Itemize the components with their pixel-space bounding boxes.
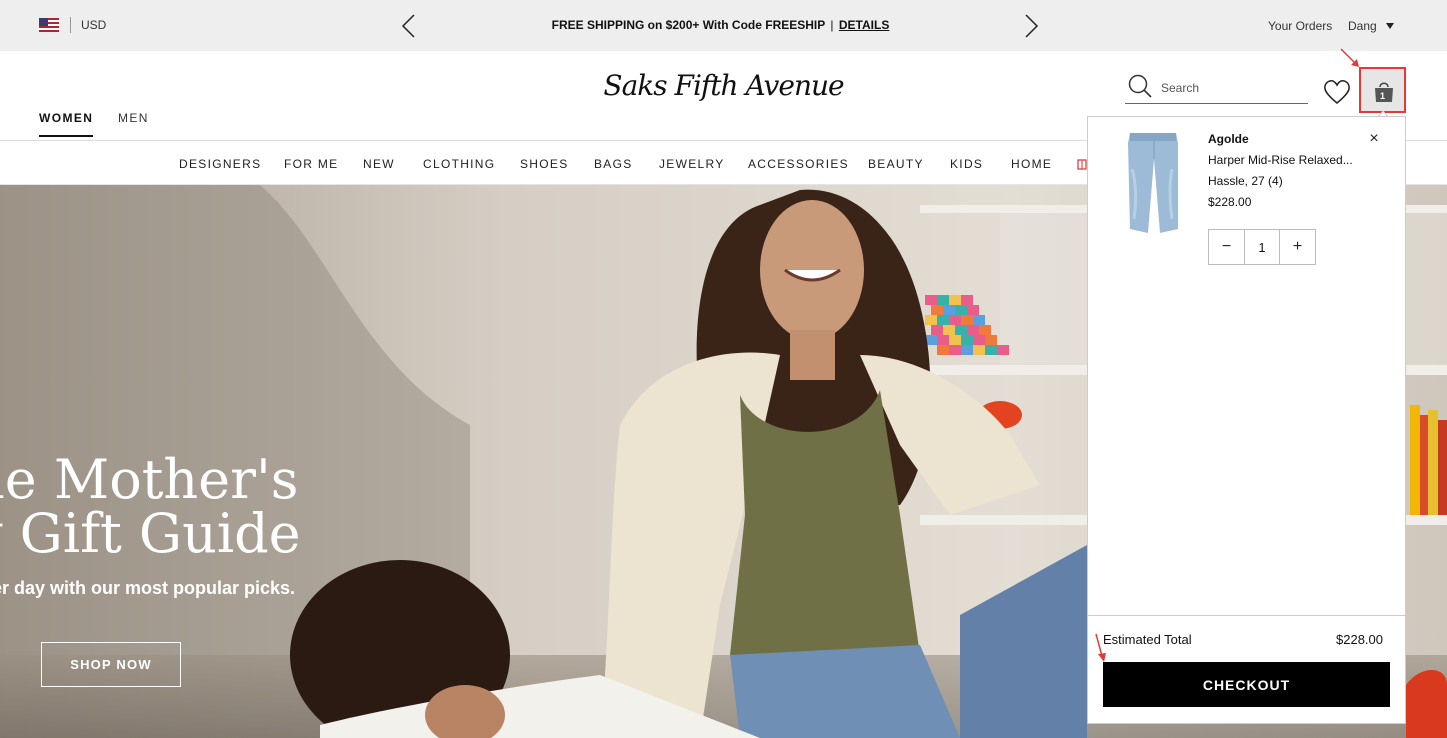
increase-quantity-button[interactable]: + — [1279, 230, 1315, 264]
close-icon[interactable]: × — [1364, 129, 1384, 149]
caret-down-icon[interactable] — [1386, 23, 1394, 29]
nav-shoes[interactable]: SHOES — [520, 157, 569, 171]
decrease-quantity-button[interactable]: − — [1209, 230, 1245, 264]
annotation-arrow-icon — [1095, 633, 1106, 662]
tab-women[interactable]: WOMEN — [39, 111, 94, 137]
search-input[interactable] — [1161, 79, 1301, 97]
promo-message: FREE SHIPPING on $200+ With Code FREESHI… — [0, 18, 1441, 32]
estimated-total-value: $228.00 — [1336, 632, 1383, 647]
hero-title-line1: he Mother's — [0, 448, 299, 511]
checkout-button[interactable]: CHECKOUT — [1103, 662, 1390, 707]
hero-title-line2: y Gift Guide — [0, 502, 301, 565]
estimated-total-label: Estimated Total — [1103, 632, 1192, 647]
hero-subtitle: er day with our most popular picks. — [0, 578, 296, 598]
nav-new[interactable]: NEW — [363, 157, 395, 171]
your-orders-link[interactable]: Your Orders — [1268, 19, 1332, 33]
shopping-bag-button[interactable]: 1 — [1359, 67, 1406, 113]
cart-item-price: $228.00 — [1208, 195, 1252, 209]
nav-jewelry[interactable]: JEWELRY — [659, 157, 725, 171]
heart-icon[interactable] — [1323, 79, 1351, 105]
promo-details-link[interactable]: DETAILS — [839, 18, 889, 32]
quantity-stepper: − + — [1208, 229, 1316, 265]
nav-home[interactable]: HOME — [1011, 157, 1052, 171]
nav-bags[interactable]: BAGS — [594, 157, 633, 171]
nav-for-me[interactable]: FOR ME — [284, 157, 338, 171]
annotation-arrow-icon — [1340, 48, 1359, 67]
user-menu[interactable]: Dang — [1348, 19, 1377, 33]
gift-icon[interactable] — [1077, 156, 1087, 170]
nav-beauty[interactable]: BEAUTY — [868, 157, 924, 171]
tab-men[interactable]: MEN — [118, 111, 149, 125]
promo-bar: USD FREE SHIPPING on $200+ With Code FRE… — [0, 0, 1447, 51]
search-box[interactable] — [1125, 73, 1308, 104]
bag-count-badge: 1 — [1379, 91, 1385, 101]
cart-item-brand[interactable]: Agolde — [1208, 132, 1249, 146]
divider — [1088, 615, 1405, 616]
product-thumbnail[interactable] — [1108, 129, 1198, 237]
shop-now-button[interactable]: SHOP NOW — [41, 642, 181, 687]
nav-kids[interactable]: KIDS — [950, 157, 983, 171]
cart-item-name[interactable]: Harper Mid-Rise Relaxed... — [1208, 153, 1353, 167]
quantity-input[interactable] — [1245, 230, 1279, 264]
promo-divider: | — [830, 18, 834, 32]
chevron-right-icon[interactable] — [1022, 13, 1040, 39]
search-icon[interactable] — [1127, 73, 1153, 99]
nav-accessories[interactable]: ACCESSORIES — [748, 157, 849, 171]
nav-clothing[interactable]: CLOTHING — [423, 157, 495, 171]
mini-cart-dropdown: × Agolde Harper Mid-Rise Relaxed... Hass… — [1087, 116, 1406, 724]
nav-designers[interactable]: DESIGNERS — [179, 157, 261, 171]
promo-text: FREE SHIPPING on $200+ With Code FREESHI… — [551, 18, 826, 32]
cart-item-variant: Hassle, 27 (4) — [1208, 174, 1283, 188]
